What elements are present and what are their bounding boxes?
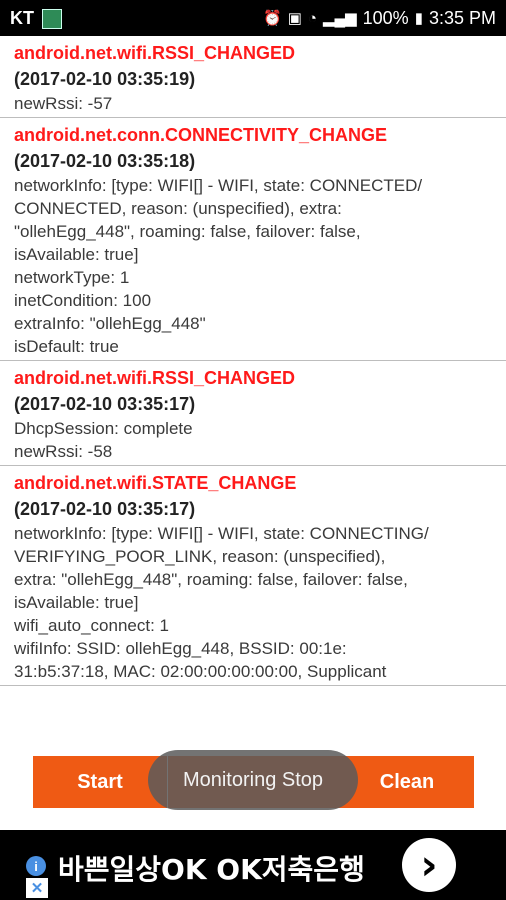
wifi-icon: ◔ <box>307 9 317 27</box>
log-detail: networkInfo: [type: WIFI[] - WIFI, state… <box>14 524 429 612</box>
ad-close-icon[interactable]: ✕ <box>26 878 48 898</box>
log-detail: newRssi: -57 <box>14 94 113 113</box>
log-detail: newRssi: -58 <box>14 442 113 461</box>
log-action: android.net.wifi.STATE_CHANGE <box>14 473 297 493</box>
log-timestamp: (2017-02-10 03:35:17) <box>14 394 196 414</box>
app-notification-icon <box>42 8 62 29</box>
signal-icon: ▂▄▆ <box>322 9 357 27</box>
control-bar: Start Clean Monitoring Stop <box>0 708 506 830</box>
log-entry: android.net.wifi.RSSI_CHANGED (2017-02-1… <box>0 361 506 466</box>
log-detail: isDefault: true <box>14 337 119 356</box>
log-action: android.net.wifi.RSSI_CHANGED <box>14 43 296 63</box>
log-action: android.net.wifi.RSSI_CHANGED <box>14 368 296 388</box>
ad-banner[interactable]: i ✕ 바쁜일상OK OK저축은행 › <box>0 830 506 900</box>
monitoring-stop-toast: Monitoring Stop <box>148 750 358 810</box>
log-action: android.net.conn.CONNECTIVITY_CHANGE <box>14 125 388 145</box>
log-detail: wifiInfo: SSID: ollehEgg_448, BSSID: 00:… <box>14 639 387 681</box>
battery-icon: ▮ <box>414 9 423 27</box>
ad-arrow-icon[interactable]: › <box>402 838 456 892</box>
log-detail: networkInfo: [type: WIFI[] - WIFI, state… <box>14 176 423 264</box>
status-bar: KT ⏰ ▣ ◔ ▂▄▆ 100% ▮ 3:35 PM <box>0 0 506 36</box>
log-detail: wifi_auto_connect: 1 <box>14 616 169 635</box>
start-button[interactable]: Start <box>33 756 167 808</box>
log-timestamp: (2017-02-10 03:35:19) <box>14 69 196 89</box>
battery-level: 100% <box>362 8 409 28</box>
log-entry: android.net.conn.CONNECTIVITY_CHANGE (20… <box>0 118 506 361</box>
event-log-list[interactable]: android.net.wifi.RSSI_CHANGED (2017-02-1… <box>0 36 506 709</box>
clean-button[interactable]: Clean <box>340 756 474 808</box>
log-timestamp: (2017-02-10 03:35:18) <box>14 151 196 171</box>
ad-text[interactable]: 바쁜일상OK OK저축은행 <box>58 848 365 888</box>
ad-info-icon[interactable]: i <box>26 856 46 876</box>
log-detail: inetCondition: 100 <box>14 291 152 310</box>
log-detail: extraInfo: "ollehEgg_448" <box>14 314 206 333</box>
log-entry: android.net.wifi.RSSI_CHANGED (2017-02-1… <box>0 36 506 118</box>
log-timestamp: (2017-02-10 03:35:17) <box>14 499 196 519</box>
nfc-icon: ▣ <box>287 9 302 27</box>
log-detail: DhcpSession: complete <box>14 419 193 438</box>
log-entry: android.net.wifi.STATE_CHANGE (2017-02-1… <box>0 466 506 686</box>
log-detail: networkType: 1 <box>14 268 130 287</box>
alarm-icon: ⏰ <box>263 9 282 27</box>
clock: 3:35 PM <box>428 8 496 28</box>
carrier-label: KT <box>10 8 34 28</box>
